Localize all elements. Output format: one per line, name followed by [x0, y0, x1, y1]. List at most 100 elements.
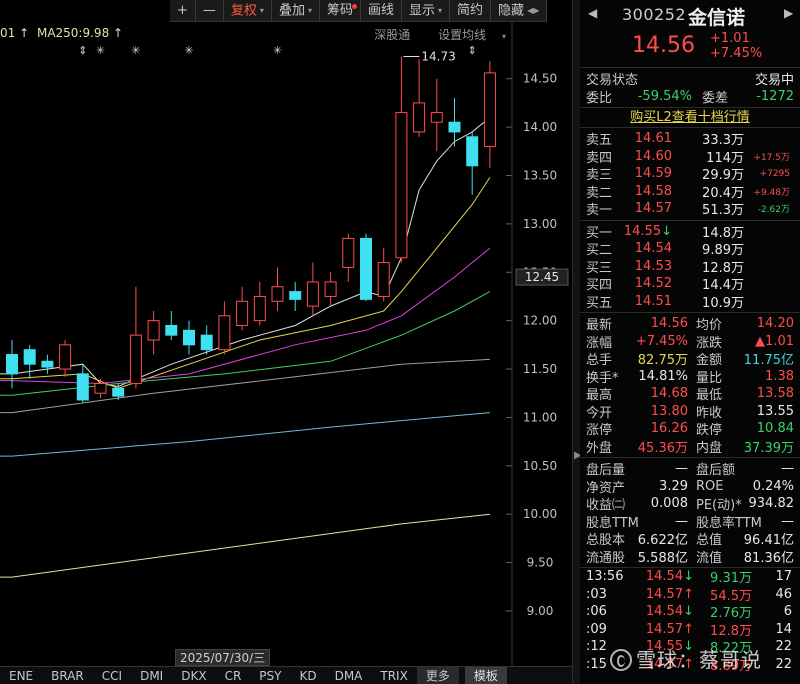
ask-book: 卖五 14.61 33.3万 卖四 14.60 114万 +17.5万 卖三 14.59 29.9… — [580, 128, 800, 221]
ask-row[interactable]: 卖二 14.58 20.4万 +9.48万 — [580, 183, 800, 201]
last-price: 14.56 — [632, 33, 695, 58]
toolbar-button-6[interactable]: 显示 ▾ — [402, 0, 451, 22]
panel-splitter[interactable]: ▶ — [572, 0, 582, 684]
indicator-tab-kd[interactable]: KD — [290, 667, 325, 684]
ask-row[interactable]: 卖三 14.59 29.9万 +7295 — [580, 165, 800, 183]
price-change: +1.01 +7.45% — [710, 31, 762, 61]
toolbar-button-7[interactable]: 简约 — [450, 0, 492, 22]
ask-delta: +17.5万 — [753, 152, 790, 163]
candle-body — [41, 360, 54, 368]
toolbar-button-1[interactable]: — — [196, 0, 224, 22]
candle[interactable] — [360, 233, 372, 302]
tick-price-cell: 14.57↑ — [638, 587, 694, 602]
next-stock-icon[interactable]: ▶ — [784, 6, 793, 20]
ask-row[interactable]: 卖四 14.60 114万 +17.5万 — [580, 148, 800, 166]
ask-price: 14.57 — [634, 201, 672, 217]
buy-l2-link[interactable]: 购买L2查看十档行情 — [580, 108, 800, 128]
ask-row[interactable]: 卖一 14.57 51.3万 -2.62万 — [580, 200, 800, 218]
sgt-link[interactable]: 深股通 — [374, 28, 410, 42]
event-marker-icon[interactable]: ✳ — [273, 44, 282, 57]
bid-price: 14.51 — [634, 293, 672, 309]
event-marker-icon[interactable]: ✳ — [96, 44, 105, 57]
indicator-more-button[interactable]: 更多 — [416, 667, 459, 684]
stat-value: 13.55 — [756, 403, 794, 419]
stat-row: 总手 82.75万 金额 11.75亿 — [580, 350, 800, 368]
stat-label: 量比 — [696, 370, 723, 386]
stat-label: 股息率TTM — [696, 515, 762, 531]
template-button[interactable]: 模板 — [464, 667, 507, 684]
tick-row: :06 14.54↓ 2.76万 6 — [580, 603, 800, 621]
indicator-tab-psy[interactable]: PSY — [250, 667, 290, 684]
stat-label: 股息TTM — [586, 515, 639, 531]
bid-row[interactable]: 买三 14.53 12.8万 — [580, 258, 800, 276]
ask-volume: 51.3万 — [702, 203, 744, 219]
fundamental-stats: 盘后量 — 盘后额 — 净资产 3.29 ROE 0.24% 收益㈡ 0.008 PE(动)* 934… — [580, 458, 800, 568]
ask-row[interactable]: 卖五 14.61 33.3万 — [580, 130, 800, 148]
stat-row: 盘后量 — 盘后额 — — [580, 460, 800, 478]
xueqiu-logo-icon — [610, 649, 632, 671]
stat-value: 0.24% — [752, 478, 794, 494]
indicator-tab-dmi[interactable]: DMI — [131, 667, 172, 684]
bid-row[interactable]: 买二 14.54 9.89万 — [580, 240, 800, 258]
indicator-tab-cr[interactable]: CR — [216, 667, 251, 684]
toolbar-button-3[interactable]: 叠加 ▾ — [272, 0, 320, 22]
trade-status-label: 交易状态 — [586, 73, 639, 89]
indicator-tab-trix[interactable]: TRIX — [371, 667, 416, 684]
indicator-tab-dkx[interactable]: DKX — [172, 667, 215, 684]
toolbar-button-label: + — [177, 3, 188, 18]
bid-row[interactable]: 买一 14.55↓ 14.8万 — [580, 223, 800, 241]
toolbar-button-8[interactable]: 隐藏 ◀▶ — [491, 0, 548, 22]
toolbar-button-2[interactable]: 复权 ▾ — [224, 0, 272, 22]
down-arrow-icon: ↓ — [661, 223, 672, 239]
stat-value: 16.26 — [650, 421, 688, 437]
tick-row: :03 14.57↑ 54.5万 46 — [580, 586, 800, 604]
stat-value: ▲1.01 — [755, 333, 794, 349]
stat-value: 5.588亿 — [637, 550, 688, 566]
stat-value: 82.75万 — [637, 353, 688, 369]
chevron-down-icon: ▾ — [259, 6, 264, 15]
up-arrow-icon: ↑ — [683, 621, 694, 637]
prev-stock-icon[interactable]: ◀ — [588, 6, 597, 20]
toolbar-button-5[interactable]: 画线 — [361, 0, 402, 22]
indicator-tab-dma[interactable]: DMA — [326, 667, 372, 684]
event-marker-icon[interactable]: ⇕ — [468, 44, 477, 57]
indicator-tab-ene[interactable]: ENE — [0, 667, 42, 684]
stat-value: 14.20 — [756, 316, 794, 332]
candle-body — [6, 354, 18, 375]
toolbar-button-0[interactable]: + — [170, 0, 196, 22]
bid-row[interactable]: 买四 14.52 14.4万 — [580, 275, 800, 293]
kline-chart-canvas[interactable]: 14.5014.0013.5013.0012.5012.0011.5011.00… — [0, 0, 572, 666]
stat-row: 最高 14.68 最低 13.58 — [580, 385, 800, 403]
ask-level-label: 卖三 — [586, 168, 613, 184]
toolbar-button-4[interactable]: 筹码 — [320, 0, 361, 22]
event-marker-icon[interactable]: ✳ — [131, 44, 140, 57]
bid-row[interactable]: 买五 14.51 10.9万 — [580, 293, 800, 311]
set-ma-link[interactable]: 设置均线 ▾ — [426, 28, 506, 42]
ask-delta: +9.48万 — [753, 187, 790, 198]
tick-price-cell: 14.57↑ — [638, 622, 694, 637]
y-tick-label: 14.00 — [523, 120, 557, 134]
ask-volume: 29.9万 — [702, 168, 744, 184]
indicator-tab-bar: ENE BRAR CCI DMI DKX CR PSY KD DMA TRIX 更多 模板 — [0, 666, 578, 684]
event-marker-icon[interactable]: ⇕ — [78, 44, 87, 57]
candle-body — [165, 324, 178, 336]
ma250-value: MA250:9.98 ↑ — [36, 26, 124, 40]
ask-level-label: 卖四 — [586, 150, 613, 166]
tick-time: 13:56 — [586, 569, 624, 585]
candle-body — [218, 315, 231, 351]
candle-body — [306, 281, 319, 307]
bid-price-cell: 14.53 — [622, 259, 672, 274]
candle-body — [466, 136, 479, 167]
event-marker-icon[interactable]: ✳ — [184, 44, 193, 57]
stat-label: 均价 — [696, 318, 723, 334]
stat-value: — — [675, 461, 688, 477]
candle-body — [112, 387, 125, 397]
stat-value: 96.41亿 — [743, 533, 794, 549]
tick-time: :09 — [586, 621, 607, 637]
indicator-tab-brar[interactable]: BRAR — [42, 667, 93, 684]
kline-chart-pane[interactable]: 14.5014.0013.5013.0012.5012.0011.5011.00… — [0, 0, 578, 684]
stat-label: 总股本 — [586, 533, 626, 549]
stat-value: 81.36亿 — [743, 550, 794, 566]
bid-price-cell: 14.52 — [622, 276, 672, 291]
indicator-tab-cci[interactable]: CCI — [93, 667, 131, 684]
